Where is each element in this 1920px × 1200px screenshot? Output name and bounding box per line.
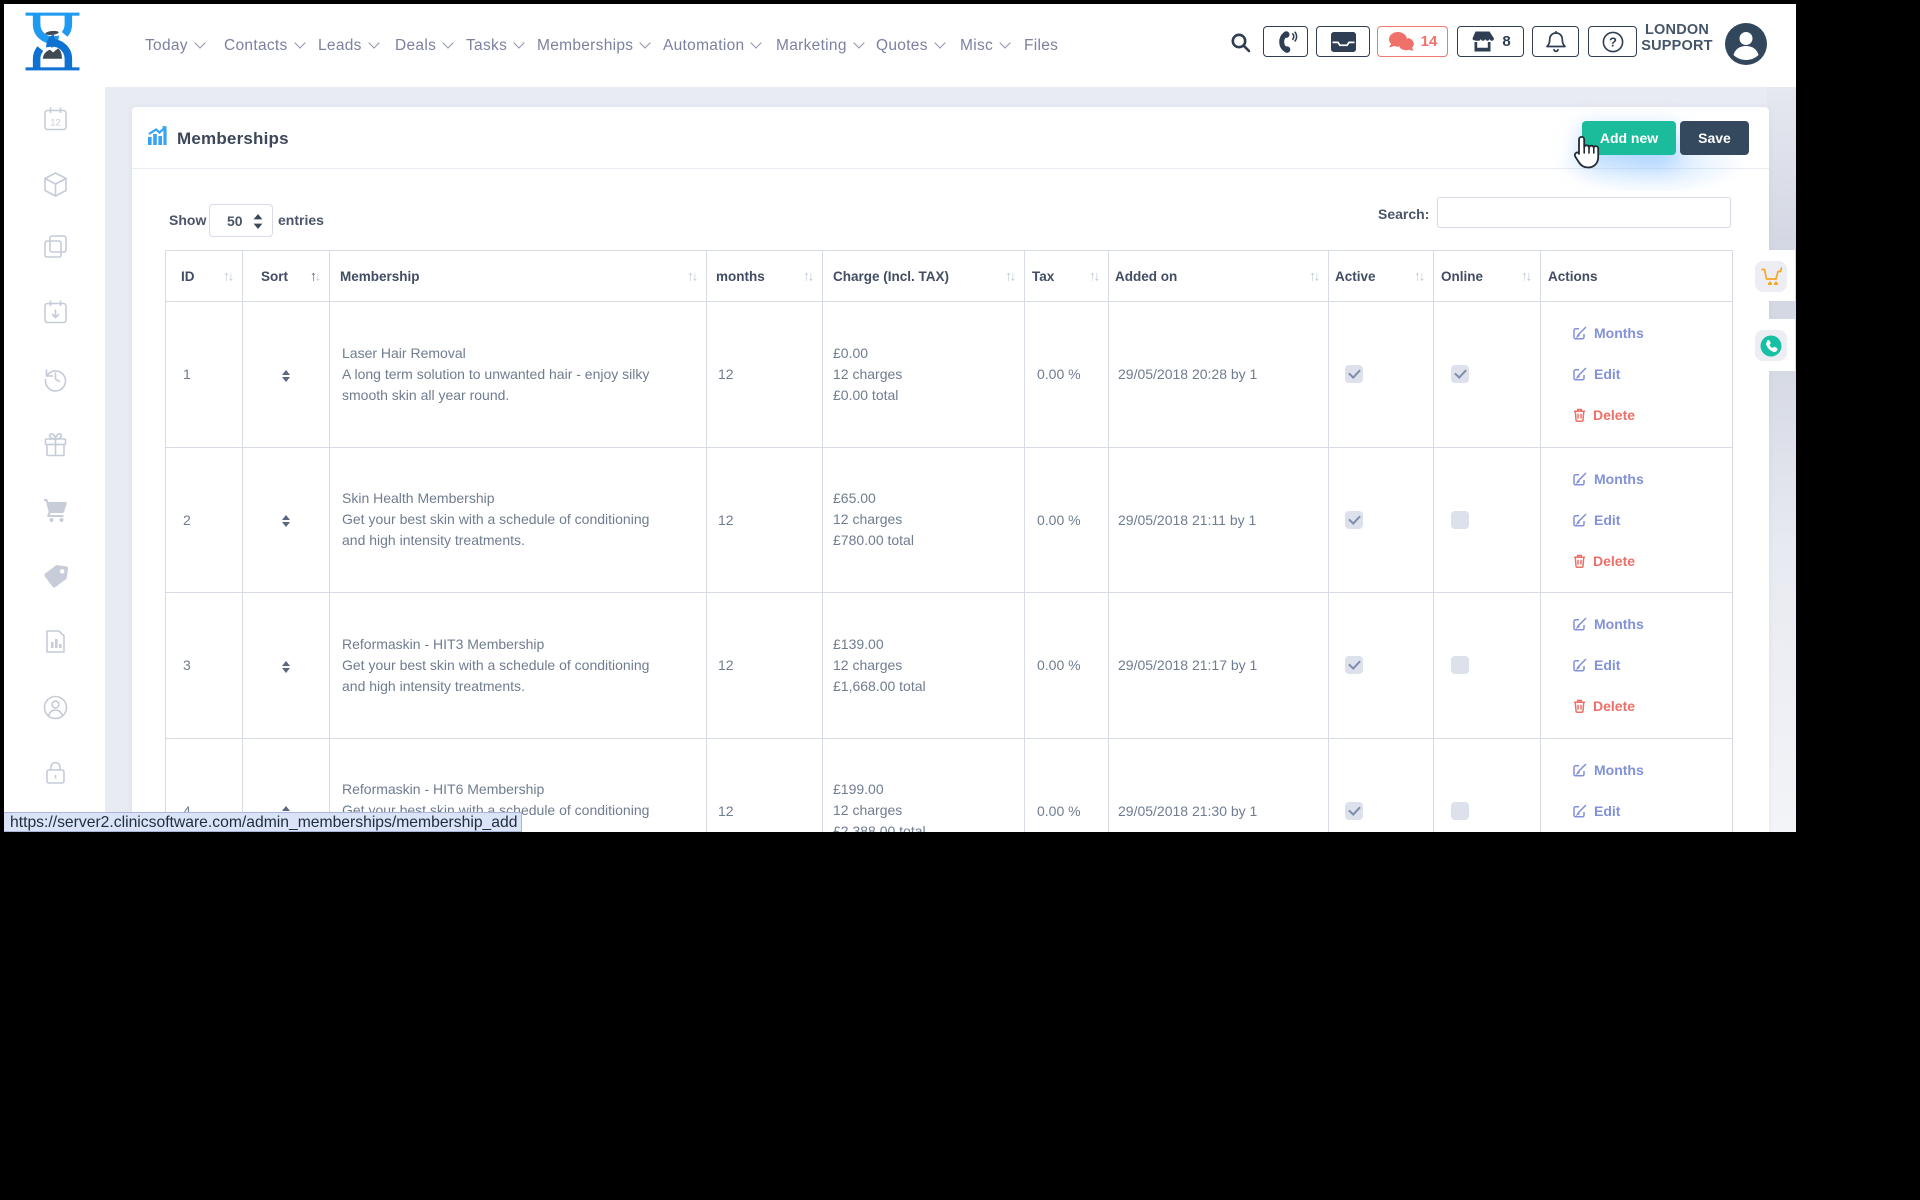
svg-text:?: ? [1609, 34, 1617, 49]
svg-text:12: 12 [50, 117, 61, 128]
